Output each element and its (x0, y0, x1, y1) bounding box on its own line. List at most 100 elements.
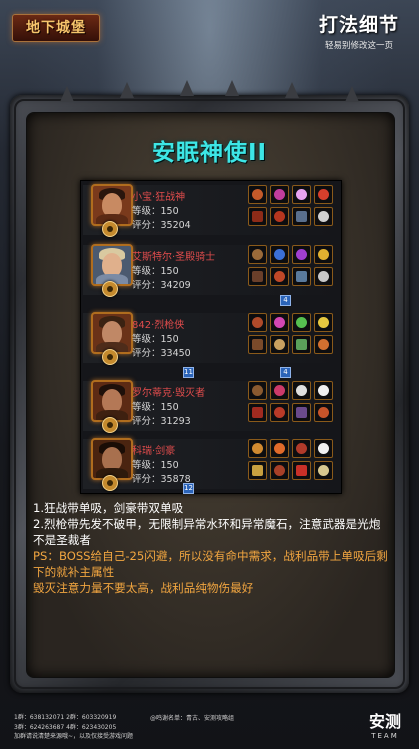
equipment-slot[interactable] (270, 439, 289, 458)
equipment-slot[interactable] (314, 207, 333, 226)
equipment-slot[interactable] (248, 381, 267, 400)
slot-count-badge: 4 (280, 295, 291, 306)
team-member-row[interactable]: 罗尔蒂克·毁灭者 等级：150 评分：31293 (81, 377, 341, 435)
brand-name: 安测 (368, 712, 401, 731)
equipment-slot[interactable] (270, 313, 289, 332)
equipment-slot[interactable] (248, 439, 267, 458)
team-brand: 安测 TEAM (369, 708, 401, 740)
equipment-slot[interactable] (314, 381, 333, 400)
equipment-slot[interactable] (292, 439, 311, 458)
member-name: 艾斯特尔·圣殿骑士 (132, 252, 216, 263)
member-score: 评分：35878 (132, 474, 191, 485)
equipment-slot[interactable] (270, 245, 289, 264)
equipment-slot[interactable] (248, 403, 267, 422)
member-name: 罗尔蒂克·毁灭者 (132, 388, 206, 399)
equipment-slot[interactable] (314, 267, 333, 286)
team-member-row[interactable]: 科瑞·剑豪 等级：150 评分：35878 (81, 435, 341, 493)
equipment-slot[interactable] (248, 267, 267, 286)
equipment-slot[interactable] (292, 381, 311, 400)
equipment-slot[interactable] (314, 185, 333, 204)
member-name: 科瑞·剑豪 (132, 446, 176, 457)
boss-title: 安眠神使II (151, 140, 268, 166)
equipment-slot[interactable] (248, 461, 267, 480)
equipment-slot[interactable] (248, 207, 267, 226)
equipment-slot[interactable] (270, 267, 289, 286)
equipment-slot[interactable] (292, 313, 311, 332)
gunslinger-portrait (91, 312, 133, 354)
brand-sub: TEAM (371, 732, 399, 740)
note-line: PS：BOSS给自己-25闪避，所以没有命中需求，战利品带上单吸后剩下的就补主属… (33, 549, 388, 579)
equipment-grid (248, 245, 333, 293)
member-level: 等级：150 (132, 334, 179, 345)
member-name: 小宝·狂战神 (132, 192, 186, 203)
equipment-slot[interactable] (248, 185, 267, 204)
footer: 1群：638132071 2群：603320919 3群：624263687 4… (0, 700, 419, 749)
frame-spike (225, 80, 239, 96)
equipment-slot[interactable] (248, 313, 267, 332)
equipment-slot[interactable] (314, 439, 333, 458)
team-panel: 小宝·狂战神 等级：150 评分：35204 艾斯特尔·圣殿骑士 等级：150 … (80, 180, 342, 494)
footer-notice: 加群请说清楚来源哦~，以及仅接受游戏问题 (14, 733, 134, 740)
member-score: 评分：33450 (132, 348, 191, 359)
gear-icon[interactable] (102, 281, 118, 297)
team-member-row[interactable]: 小宝·狂战神 等级：150 评分：35204 (81, 181, 341, 239)
frame-spike (180, 80, 194, 96)
templar-knight-portrait (91, 244, 133, 286)
sword-master-portrait (91, 438, 133, 480)
equipment-slot[interactable] (292, 335, 311, 354)
equipment-slot[interactable] (314, 313, 333, 332)
equipment-slot[interactable] (292, 403, 311, 422)
qq-group-list: 1群：638132071 2群：603320919 3群：624263687 4… (14, 713, 133, 742)
equipment-slot[interactable] (292, 461, 311, 480)
member-level: 等级：150 (132, 206, 179, 217)
logo-text: 地下城堡 (26, 20, 86, 36)
equipment-grid (248, 439, 333, 487)
equipment-slot[interactable] (314, 245, 333, 264)
member-level: 等级：150 (132, 460, 179, 471)
berserker-portrait (91, 184, 133, 226)
equipment-grid (248, 381, 333, 429)
equipment-slot[interactable] (270, 461, 289, 480)
equipment-slot[interactable] (248, 335, 267, 354)
equipment-slot[interactable] (314, 335, 333, 354)
credits: @鸣谢名单：青古、安测攻略组 (150, 715, 235, 722)
note-line: 2.烈枪带先发不破甲，无限制异常水环和异常魔石，注意武器是光炮不是圣裁者 (33, 517, 381, 547)
frame-spike (285, 82, 299, 98)
equipment-slot[interactable] (314, 461, 333, 480)
equipment-slot[interactable] (270, 403, 289, 422)
member-level: 等级：150 (132, 266, 179, 277)
team-member-row[interactable]: 842·烈枪侠 等级：150 评分：33450 (81, 309, 341, 367)
equipment-slot[interactable] (292, 267, 311, 286)
equipment-grid (248, 185, 333, 233)
member-level: 等级：150 (132, 402, 179, 413)
slot-count-badge: 12 (183, 483, 194, 494)
member-score: 评分：34209 (132, 280, 191, 291)
equipment-grid (248, 313, 333, 361)
page-subtitle: 轻易别修改这一页 (324, 41, 393, 51)
equipment-slot[interactable] (248, 245, 267, 264)
frame-spike (120, 82, 134, 98)
gear-icon[interactable] (102, 349, 118, 365)
team-member-row[interactable]: 艾斯特尔·圣殿骑士 等级：150 评分：34209 (81, 241, 341, 299)
page-heading: 打法细节 轻易别修改这一页 (313, 10, 405, 51)
gear-icon[interactable] (102, 221, 118, 237)
destroyer-portrait (91, 380, 133, 422)
equipment-slot[interactable] (270, 381, 289, 400)
gear-icon[interactable] (102, 417, 118, 433)
qq-group-line: 1群：638132071 2群：603320919 (14, 714, 117, 721)
equipment-slot[interactable] (292, 207, 311, 226)
frame-spike (345, 86, 359, 102)
strategy-notes: 1.狂战带单吸，剑豪带双单吸 2.烈枪带先发不破甲，无限制异常水环和异常魔石，注… (33, 500, 388, 596)
equipment-slot[interactable] (292, 185, 311, 204)
game-logo: 地下城堡 (12, 14, 100, 42)
equipment-slot[interactable] (270, 335, 289, 354)
member-score: 评分：31293 (132, 416, 191, 427)
equipment-slot[interactable] (270, 185, 289, 204)
member-name: 842·烈枪侠 (132, 320, 185, 331)
page-title: 打法细节 (318, 14, 399, 36)
gear-icon[interactable] (102, 475, 118, 491)
equipment-slot[interactable] (270, 207, 289, 226)
equipment-slot[interactable] (292, 245, 311, 264)
equipment-slot[interactable] (314, 403, 333, 422)
note-line: 毁灭注意力量不要太高，战利品纯物伤最好 (33, 581, 254, 595)
